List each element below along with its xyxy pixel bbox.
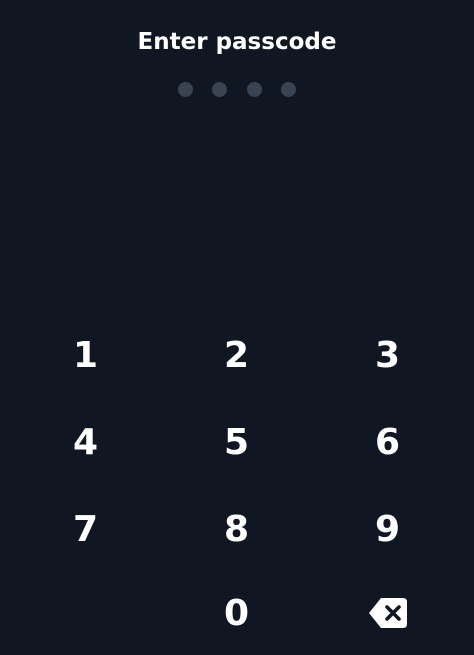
passcode-dot-4 (280, 82, 296, 97)
key-1[interactable]: 1 (10, 312, 161, 399)
key-empty (10, 573, 161, 653)
key-5[interactable]: 5 (161, 399, 312, 486)
passcode-dot-2 (212, 82, 228, 97)
key-0[interactable]: 0 (161, 573, 312, 653)
key-2[interactable]: 2 (161, 312, 312, 399)
backspace-button[interactable] (312, 573, 463, 653)
key-6[interactable]: 6 (312, 399, 463, 486)
backspace-icon (368, 598, 407, 628)
page-title: Enter passcode (137, 29, 337, 55)
key-3[interactable]: 3 (312, 312, 463, 399)
passcode-dots (178, 82, 296, 98)
key-8[interactable]: 8 (161, 486, 312, 573)
passcode-dot-1 (178, 82, 193, 97)
key-9[interactable]: 9 (312, 486, 463, 573)
key-4[interactable]: 4 (10, 399, 161, 486)
key-7[interactable]: 7 (10, 486, 161, 573)
passcode-dot-3 (246, 82, 262, 97)
keypad: 1 2 3 4 5 6 7 8 9 0 (10, 312, 464, 655)
passcode-screen: Enter passcode 1 2 3 4 5 6 7 8 9 0 (0, 0, 474, 655)
